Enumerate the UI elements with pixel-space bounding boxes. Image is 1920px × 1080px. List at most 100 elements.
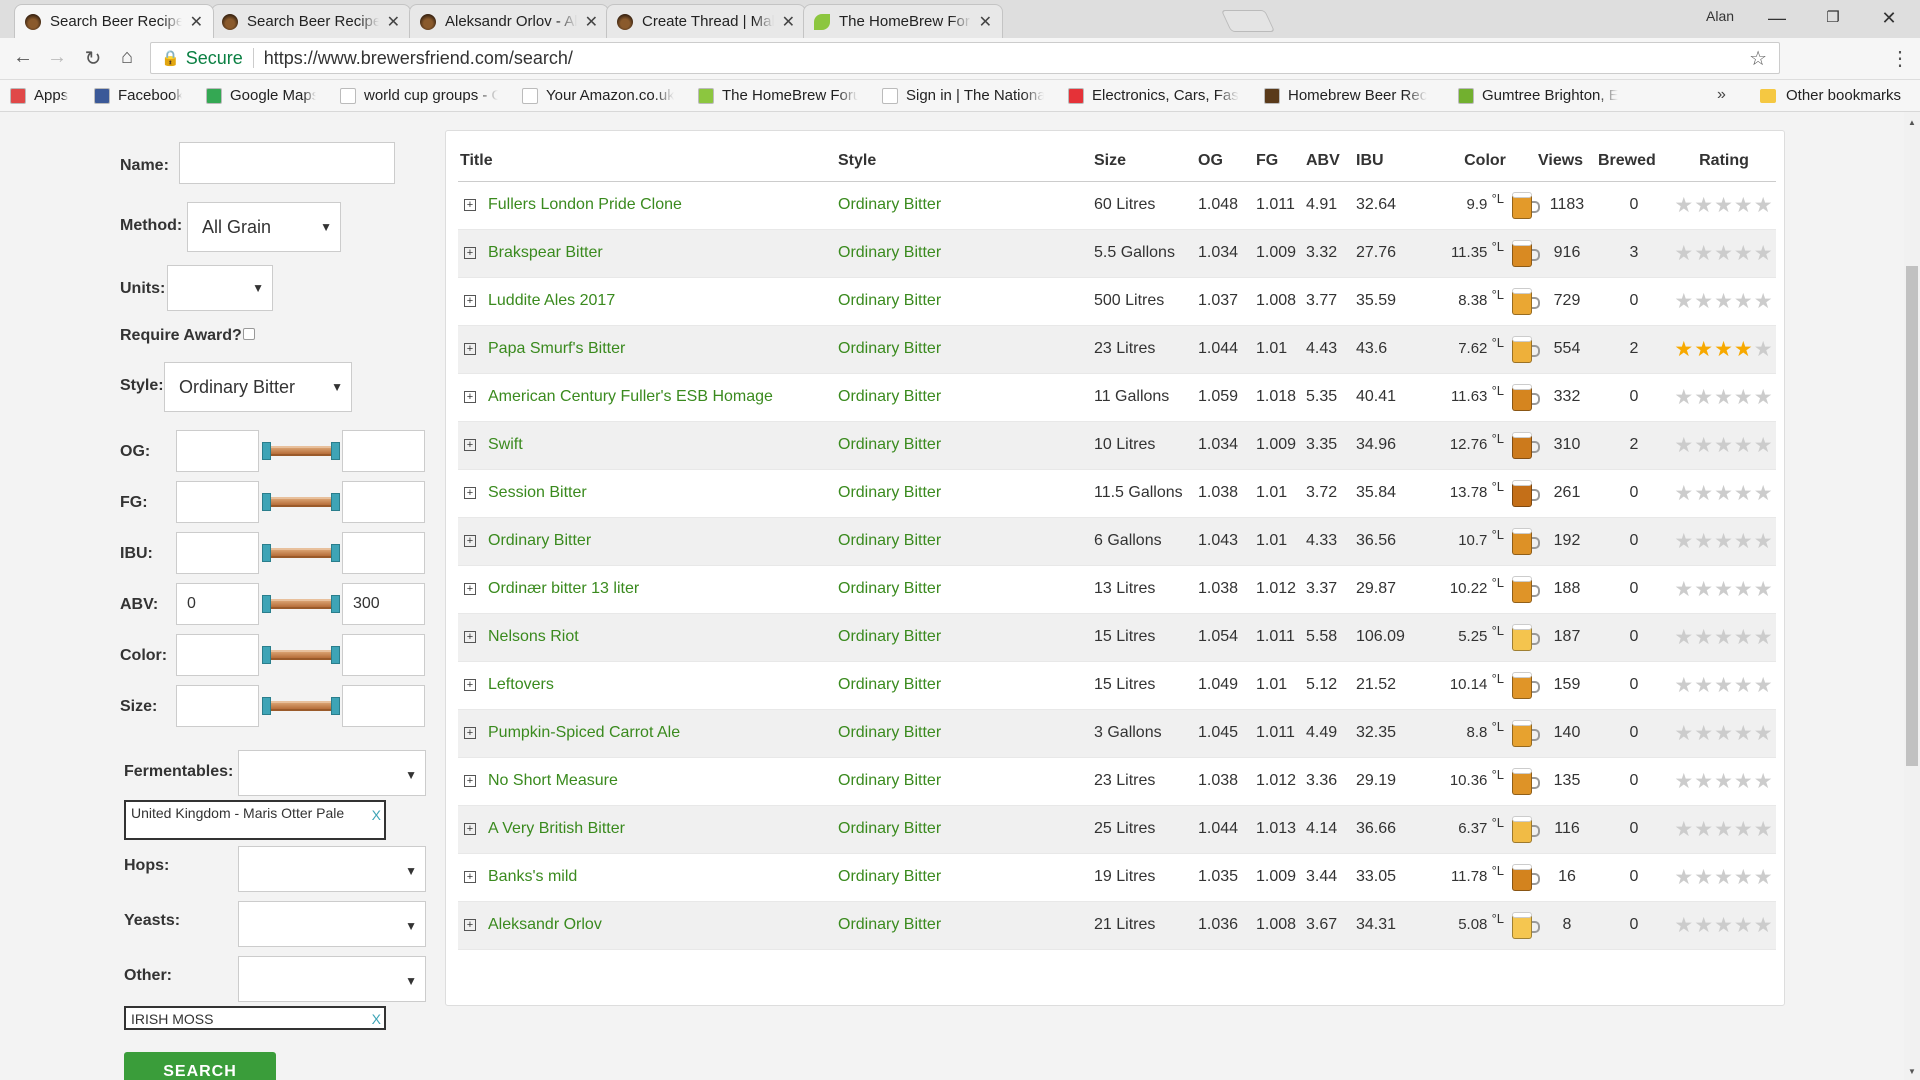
rating-star-icon[interactable]: ★ [1694,242,1714,265]
bookmark-item[interactable]: Facebook [84,87,182,104]
recipe-title-link[interactable]: Aleksandr Orlov [488,916,602,933]
rating-star-icon[interactable]: ★ [1714,530,1734,553]
range-max-input[interactable]: 300 [342,583,425,625]
recipe-title-link[interactable]: Luddite Ales 2017 [488,292,615,309]
bookmark-item[interactable]: The HomeBrew Foru [688,87,858,104]
column-header-ibu[interactable]: IBU [1354,141,1432,182]
recipe-title-link[interactable]: No Short Measure [488,772,618,789]
expand-plus-icon[interactable]: + [464,630,476,643]
tab-close-icon[interactable]: ✕ [782,12,795,32]
recipe-title-link[interactable]: Leftovers [488,676,554,693]
rating-star-icon[interactable]: ★ [1734,914,1754,937]
rating-star-icon[interactable]: ★ [1674,818,1694,841]
column-header-abv[interactable]: ABV [1304,141,1354,182]
rating-star-icon[interactable]: ★ [1694,338,1714,361]
rating-star-icon[interactable]: ★ [1734,722,1754,745]
home-icon[interactable]: ⌂ [114,46,140,69]
expand-plus-icon[interactable]: + [464,726,476,739]
rating-star-icon[interactable]: ★ [1754,722,1774,745]
style-link[interactable]: Ordinary Bitter [838,436,941,453]
rating-star-icon[interactable]: ★ [1754,194,1774,217]
rating-star-icon[interactable]: ★ [1694,674,1714,697]
rating-star-icon[interactable]: ★ [1754,434,1774,457]
bookmark-item[interactable]: Sign in | The Nationa [872,87,1044,104]
range-min-input[interactable]: 0 [176,583,259,625]
restore-icon[interactable]: ❐ [1810,4,1856,32]
expand-plus-icon[interactable]: + [464,582,476,595]
recipe-title-link[interactable]: Fullers London Pride Clone [488,196,682,213]
rating-star-icon[interactable]: ★ [1674,866,1694,889]
rating-star-icon[interactable]: ★ [1674,290,1694,313]
slider-handle-min[interactable] [262,646,271,664]
expand-plus-icon[interactable]: + [464,678,476,691]
style-link[interactable]: Ordinary Bitter [838,628,941,645]
recipe-title-link[interactable]: Nelsons Riot [488,628,579,645]
rating-star-icon[interactable]: ★ [1734,530,1754,553]
style-link[interactable]: Ordinary Bitter [838,916,941,933]
rating-star-icon[interactable]: ★ [1734,578,1754,601]
require-award-checkbox[interactable] [243,328,255,340]
rating-star-icon[interactable]: ★ [1734,242,1754,265]
rating-star-icon[interactable]: ★ [1734,194,1754,217]
column-header-color[interactable]: Color [1432,141,1536,182]
rating-star-icon[interactable]: ★ [1674,242,1694,265]
bookmark-item[interactable]: Electronics, Cars, Fas [1058,87,1240,104]
range-max-input[interactable] [342,685,425,727]
rating-star-icon[interactable]: ★ [1694,482,1714,505]
rating-star-icon[interactable]: ★ [1694,530,1714,553]
style-link[interactable]: Ordinary Bitter [838,388,941,405]
range-max-input[interactable] [342,481,425,523]
rating-star-icon[interactable]: ★ [1754,482,1774,505]
style-link[interactable]: Ordinary Bitter [838,676,941,693]
rating-star-icon[interactable]: ★ [1674,386,1694,409]
slider-handle-min[interactable] [262,544,271,562]
range-min-input[interactable] [176,685,259,727]
rating-star-icon[interactable]: ★ [1754,386,1774,409]
profile-name[interactable]: Alan [1706,8,1734,24]
slider-handle-max[interactable] [331,646,340,664]
rating-star-icon[interactable]: ★ [1714,194,1734,217]
rating-star-icon[interactable]: ★ [1754,242,1774,265]
scrollbar-thumb[interactable] [1906,266,1918,766]
rating-star-icon[interactable]: ★ [1754,770,1774,793]
expand-plus-icon[interactable]: + [464,390,476,403]
remove-fermentable-icon[interactable]: X [372,808,381,822]
column-header-og[interactable]: OG [1196,141,1254,182]
address-bar[interactable]: 🔒 Secure https://www.brewersfriend.com/s… [150,42,1780,74]
method-select[interactable]: All Grain ▼ [187,202,341,252]
slider-handle-max[interactable] [331,595,340,613]
bookmark-item[interactable]: world cup groups - G [330,87,498,104]
more-bookmarks-chevron-icon[interactable]: » [1717,86,1726,104]
browser-tab[interactable]: Search Beer Recipes - Bre ✕ [14,4,214,38]
recipe-title-link[interactable]: Swift [488,436,523,453]
style-select[interactable]: Ordinary Bitter ▼ [164,362,352,412]
style-link[interactable]: Ordinary Bitter [838,244,941,261]
rating-star-icon[interactable]: ★ [1754,914,1774,937]
rating-star-icon[interactable]: ★ [1734,674,1754,697]
range-min-input[interactable] [176,430,259,472]
rating-star-icon[interactable]: ★ [1734,338,1754,361]
range-max-input[interactable] [342,532,425,574]
expand-plus-icon[interactable]: + [464,438,476,451]
rating-star-icon[interactable]: ★ [1714,578,1734,601]
recipe-title-link[interactable]: Banks's mild [488,868,577,885]
expand-plus-icon[interactable]: + [464,294,476,307]
slider-handle-min[interactable] [262,697,271,715]
rating-star-icon[interactable]: ★ [1714,770,1734,793]
recipe-title-link[interactable]: Session Bitter [488,484,587,501]
column-header-title[interactable]: Title [458,141,836,182]
style-link[interactable]: Ordinary Bitter [838,196,941,213]
style-link[interactable]: Ordinary Bitter [838,724,941,741]
style-link[interactable]: Ordinary Bitter [838,868,941,885]
expand-plus-icon[interactable]: + [464,918,476,931]
rating-star-icon[interactable]: ★ [1674,914,1694,937]
rating-star-icon[interactable]: ★ [1694,290,1714,313]
rating-star-icon[interactable]: ★ [1754,338,1774,361]
browser-tab[interactable]: Create Thread | Make Bee ✕ [606,4,806,38]
tab-close-icon[interactable]: ✕ [387,12,400,32]
rating-star-icon[interactable]: ★ [1754,578,1774,601]
expand-plus-icon[interactable]: + [464,774,476,787]
recipe-title-link[interactable]: Pumpkin-Spiced Carrot Ale [488,724,680,741]
forward-icon[interactable]: → [44,46,70,69]
slider-handle-max[interactable] [331,544,340,562]
